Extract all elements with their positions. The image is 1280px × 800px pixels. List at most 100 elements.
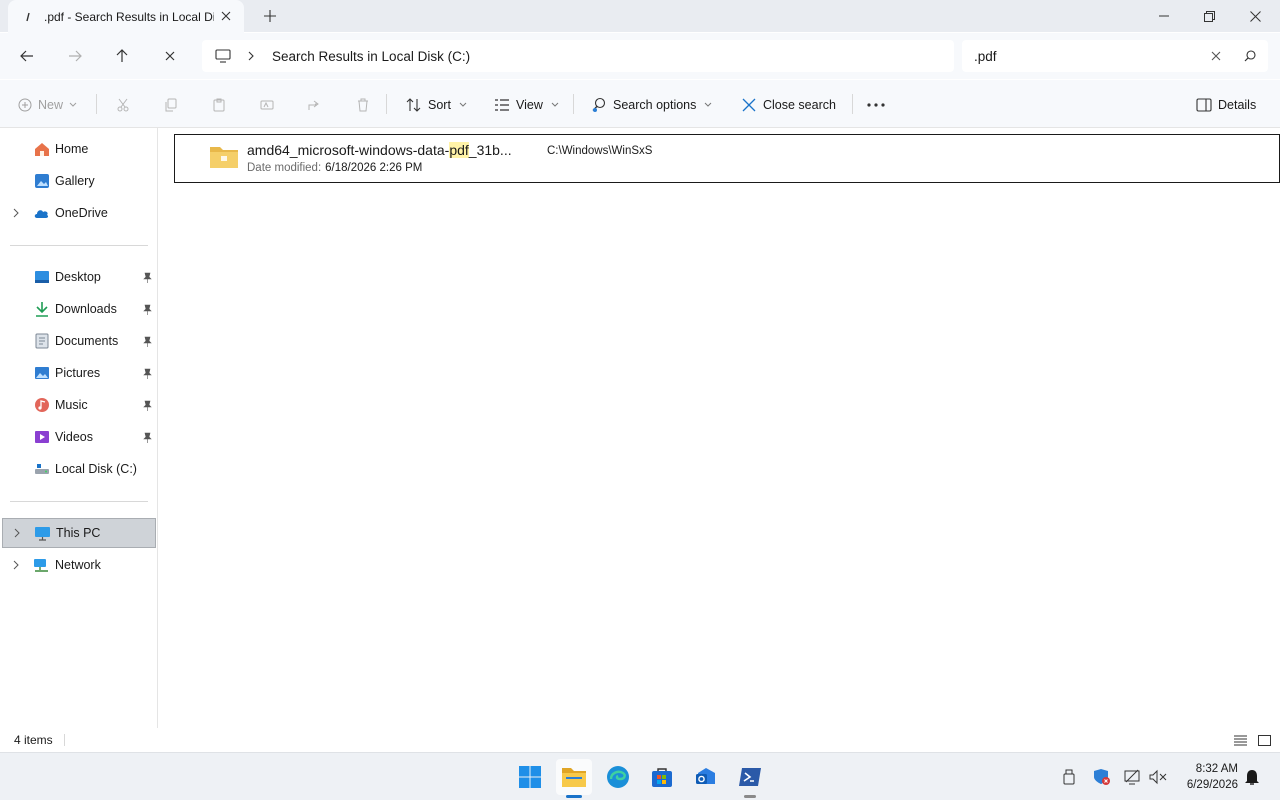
taskbar-store[interactable] xyxy=(644,759,680,795)
result-name-suffix: _31b... xyxy=(468,142,512,158)
sidebar-item-desktop[interactable]: Desktop xyxy=(0,262,158,292)
title-bar: .pdf - Search Results in Local Disk (C:) xyxy=(0,0,1280,33)
tiles-view-icon[interactable] xyxy=(1256,732,1272,748)
ellipsis-icon xyxy=(867,103,885,107)
taskbar-edge[interactable] xyxy=(600,759,636,795)
taskbar-file-explorer[interactable] xyxy=(556,759,592,798)
search-box[interactable]: .pdf xyxy=(962,40,1268,72)
cut-button[interactable] xyxy=(116,92,136,118)
sidebar-item-network[interactable]: Network xyxy=(0,550,158,580)
delete-button[interactable] xyxy=(356,92,376,118)
pin-icon[interactable] xyxy=(142,335,152,347)
security-icon[interactable] xyxy=(1092,767,1112,787)
stop-button[interactable] xyxy=(156,43,184,69)
close-search-button[interactable]: Close search xyxy=(741,92,836,118)
sidebar-item-music[interactable]: Music xyxy=(0,390,158,420)
close-window-button[interactable] xyxy=(1232,0,1278,32)
divider xyxy=(386,94,387,114)
view-button[interactable]: View xyxy=(494,92,565,118)
sidebar-item-label: Local Disk (C:) xyxy=(55,462,137,476)
paste-button[interactable] xyxy=(212,92,232,118)
pin-icon[interactable] xyxy=(142,367,152,379)
date-modified-value: 6/18/2026 2:26 PM xyxy=(325,162,423,174)
volume-muted-icon[interactable] xyxy=(1148,767,1168,787)
copy-icon xyxy=(165,98,177,112)
music-icon xyxy=(33,397,50,414)
pin-icon[interactable] xyxy=(142,303,152,315)
active-indicator xyxy=(566,795,582,798)
sidebar-item-onedrive[interactable]: OneDrive xyxy=(0,198,158,228)
navigation-bar: Search Results in Local Disk (C:) .pdf xyxy=(0,33,1280,79)
chevron-right-icon[interactable] xyxy=(10,559,22,571)
copy-button[interactable] xyxy=(164,92,184,118)
clock-date: 6/29/2026 xyxy=(1186,779,1238,791)
pin-icon[interactable] xyxy=(142,431,152,443)
address-bar[interactable]: Search Results in Local Disk (C:) xyxy=(202,40,954,72)
clear-search-icon[interactable] xyxy=(1206,46,1226,66)
details-button[interactable]: Details xyxy=(1196,92,1256,118)
command-bar: New Sort View Search options Close searc… xyxy=(0,80,1280,128)
back-button[interactable] xyxy=(13,43,41,69)
result-name-prefix: amd64_microsoft-windows-data- xyxy=(247,142,450,158)
sidebar-item-label: Pictures xyxy=(55,366,101,380)
search-icon[interactable] xyxy=(1240,46,1260,66)
sort-label: Sort xyxy=(428,98,451,112)
chevron-right-icon[interactable] xyxy=(246,51,256,61)
taskbar-powershell[interactable] xyxy=(732,759,768,798)
notifications-icon[interactable] xyxy=(1242,767,1262,787)
search-match-highlight: pdf xyxy=(449,142,469,158)
sort-icon xyxy=(406,98,421,112)
sidebar-item-documents[interactable]: Documents xyxy=(0,326,158,356)
sidebar-item-pictures[interactable]: Pictures xyxy=(0,358,158,388)
rename-button[interactable] xyxy=(260,92,280,118)
search-options-button[interactable]: Search options xyxy=(591,92,718,118)
sidebar-item-downloads[interactable]: Downloads xyxy=(0,294,158,324)
chevron-right-icon[interactable] xyxy=(10,207,22,219)
new-label: New xyxy=(38,98,64,112)
videos-icon xyxy=(33,429,50,446)
taskbar-outlook[interactable] xyxy=(688,759,724,795)
list-item[interactable]: amd64_microsoft-windows-data-pdf_31b... … xyxy=(174,134,1280,183)
store-icon xyxy=(652,768,672,787)
downloads-icon xyxy=(33,301,50,318)
new-tab-button[interactable] xyxy=(260,6,280,26)
forward-button[interactable] xyxy=(61,43,89,69)
usb-icon[interactable] xyxy=(1059,767,1079,787)
file-explorer-icon xyxy=(562,768,586,787)
up-button[interactable] xyxy=(108,43,136,69)
pictures-icon xyxy=(33,365,50,382)
start-button[interactable] xyxy=(512,759,548,795)
pin-icon[interactable] xyxy=(142,271,152,283)
sidebar-item-home[interactable]: Home xyxy=(0,134,158,164)
search-input[interactable]: .pdf xyxy=(974,49,1206,64)
new-button[interactable]: New xyxy=(18,92,83,118)
sidebar-item-label: OneDrive xyxy=(55,206,108,220)
search-icon xyxy=(22,10,36,24)
clock-time: 8:32 AM xyxy=(1195,763,1238,775)
running-indicator xyxy=(744,795,756,798)
chevron-right-icon[interactable] xyxy=(11,527,23,539)
close-tab-icon[interactable] xyxy=(218,8,234,24)
details-view-icon[interactable] xyxy=(1232,732,1248,748)
divider xyxy=(10,501,148,502)
search-results-pane: amd64_microsoft-windows-data-pdf_31b... … xyxy=(158,128,1280,728)
scissors-icon xyxy=(117,98,129,112)
maximize-button[interactable] xyxy=(1186,0,1232,32)
folder-icon xyxy=(209,143,239,169)
clock[interactable]: 8:32 AM 6/29/2026 xyxy=(1170,761,1238,793)
network-status-icon[interactable] xyxy=(1122,767,1142,787)
edge-icon xyxy=(607,766,629,788)
sort-button[interactable]: Sort xyxy=(406,92,473,118)
breadcrumb[interactable]: Search Results in Local Disk (C:) xyxy=(272,49,470,64)
tab-search-results[interactable]: .pdf - Search Results in Local Disk (C:) xyxy=(8,0,244,33)
minimize-button[interactable] xyxy=(1141,0,1187,32)
sidebar-item-this-pc[interactable]: This PC xyxy=(2,518,156,548)
pin-icon[interactable] xyxy=(142,399,152,411)
result-name[interactable]: amd64_microsoft-windows-data-pdf_31b... xyxy=(247,142,512,158)
sidebar-item-videos[interactable]: Videos xyxy=(0,422,158,452)
divider xyxy=(852,94,853,114)
more-options-button[interactable] xyxy=(866,92,892,118)
sidebar-item-local-disk[interactable]: Local Disk (C:) xyxy=(0,454,158,484)
share-button[interactable] xyxy=(308,92,328,118)
sidebar-item-gallery[interactable]: Gallery xyxy=(0,166,158,196)
